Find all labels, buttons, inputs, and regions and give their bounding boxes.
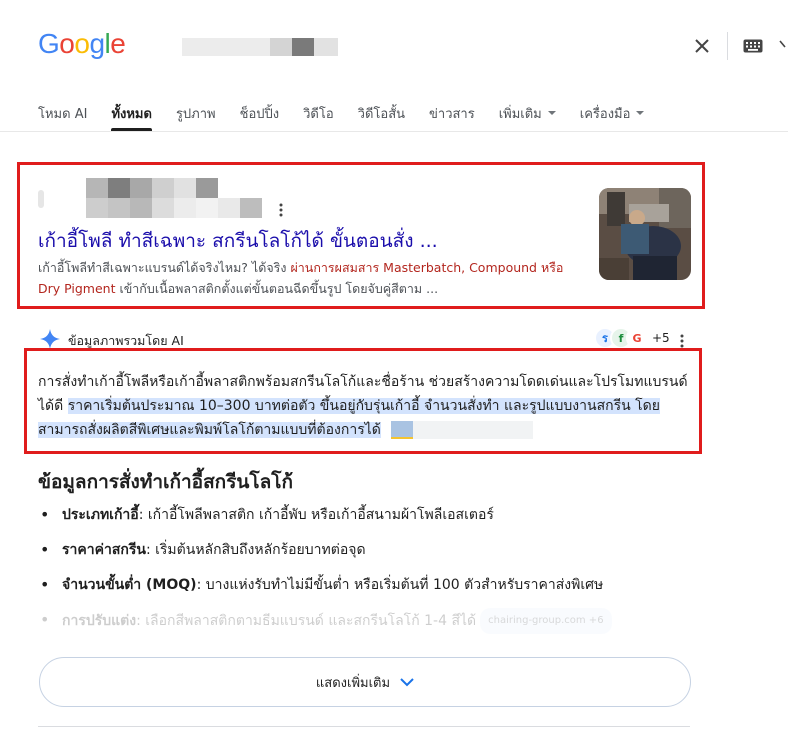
google-favicon-icon: G [626,327,648,349]
search-actions [691,32,788,60]
show-more-button[interactable]: แสดงเพิ่มเติม [39,657,691,707]
more-options-icon[interactable] [680,333,684,348]
tab-1[interactable]: ทั้งหมด [111,96,152,131]
tab-5[interactable]: วิดีโอสั้น [358,96,405,130]
search-tabs: โหมด AI ทั้งหมด รูปภาพ ช็อปปิ้ง วิดีโอ วิดีโอ… [38,96,668,131]
result-thumbnail-image[interactable] [599,188,691,280]
tab-7[interactable]: เพิ่มเติม [499,96,556,130]
list-item: ประเภทเก้าอี้: เก้าอี้โพลีพลาสติก เก้าอี… [38,503,718,527]
redacted-query [182,38,338,56]
tab-label: วิดีโอสั้น [357,106,406,122]
bullet-text: : เก้าอี้โพลีพลาสติก เก้าอี้พับ หรือเก้า… [138,507,494,523]
tab-label: โหมด AI [38,106,88,122]
redacted-citation [413,421,534,439]
voice-search-icon[interactable] [778,35,788,57]
ai-source-badges[interactable]: ร f G +5 [594,327,670,349]
logo-letter: e [110,28,126,59]
logo-letter: o [74,28,90,59]
tab-8[interactable]: เครื่องมือ [580,96,645,130]
result-snippet: เก้าอี้โพลีทำสีเฉพาะแบรนด์ได้จริงไหม? ได… [38,257,572,299]
tab-4[interactable]: วิดีโอ [303,96,334,130]
list-item: จำนวนขั้นต่ำ (MOQ): บางแห่งรับทำไม่มีขั้… [38,573,718,597]
ai-overview-text: การสั่งทำเก้าอี้โพลีหรือเก้าอี้พลาสติกพร… [38,370,698,442]
snippet-text: เข้ากับเนื้อพลาสติกตั้งแต่ขั้นตอนฉีดขึ้น… [115,281,439,296]
tab-label: ช็อปปิ้ง [239,106,280,122]
list-item: ราคาค่าสกรีน: เริ่มต้นหลักสิบถึงหลักร้อย… [38,538,718,562]
logo-letter: g [89,28,105,59]
bullet-term: ราคาค่าสกรีน [62,542,146,558]
show-more-label: แสดงเพิ่มเติม [315,675,391,691]
bullet-term: การปรับแต่ง [62,613,137,629]
link-chip-icon[interactable] [391,421,414,439]
bullet-text: : เริ่มต้นหลักสิบถึงหลักร้อยบาทต่อจุด [145,542,366,558]
tab-label: ทั้งหมด [111,106,152,122]
close-icon[interactable] [691,35,713,57]
result-site-info[interactable] [38,178,264,218]
caret-down-icon [547,111,556,115]
result-title-link[interactable]: เก้าอี้โพลี ทำสีเฉพาะ สกรีนโลโก้ได้ ขั้น… [38,226,438,256]
keyboard-icon[interactable] [742,38,764,54]
more-options-icon[interactable] [279,202,283,217]
tab-label: เครื่องมือ [579,106,631,122]
bullet-text: : เลือกสีพลาสติกตามธีมแบรนด์ และสกรีนโลโ… [136,613,477,629]
tab-2[interactable]: รูปภาพ [176,96,216,130]
tab-label: เพิ่มเติม [498,106,542,122]
ai-text-highlight: ราคาเริ่มต้นประมาณ 10–300 บาทต่อตัว ขึ้น… [38,398,660,438]
tab-0[interactable]: โหมด AI [38,96,87,130]
caret-down-icon [636,111,645,115]
divider [0,131,788,132]
google-logo[interactable]: Google [38,28,126,60]
bullet-term: จำนวนขั้นต่ำ (MOQ) [62,577,197,593]
bullet-term: ประเภทเก้าอี้ [62,507,139,523]
logo-letter: o [59,28,75,59]
tab-label: รูปภาพ [175,106,216,122]
tab-label: ข่าวสาร [429,106,475,122]
chevron-down-icon [400,677,414,687]
source-chip[interactable]: chairing-group.com +6 [480,608,612,634]
tab-6[interactable]: ข่าวสาร [429,96,475,130]
search-input[interactable] [160,18,568,74]
divider [727,32,728,60]
snippet-text: เก้าอี้โพลีทำสีเฉพาะแบรนด์ได้จริงไหม? ได… [38,260,291,275]
divider [38,726,690,727]
tab-3[interactable]: ช็อปปิ้ง [240,96,279,130]
logo-letter: G [38,28,60,59]
list-item: การปรับแต่ง: เลือกสีพลาสติกตามธีมแบรนด์ … [38,608,718,634]
bullet-text: : บางแห่งรับทำไม่มีขั้นต่ำ หรือเริ่มต้นท… [196,577,604,593]
ai-bullet-list: ประเภทเก้าอี้: เก้าอี้โพลีพลาสติก เก้าอี… [38,503,718,645]
tab-label: วิดีโอ [303,106,334,122]
ai-section-title: ข้อมูลการสั่งทำเก้าอี้สกรีนโลโก้ [38,471,293,493]
sources-more-count: +5 [652,331,670,345]
